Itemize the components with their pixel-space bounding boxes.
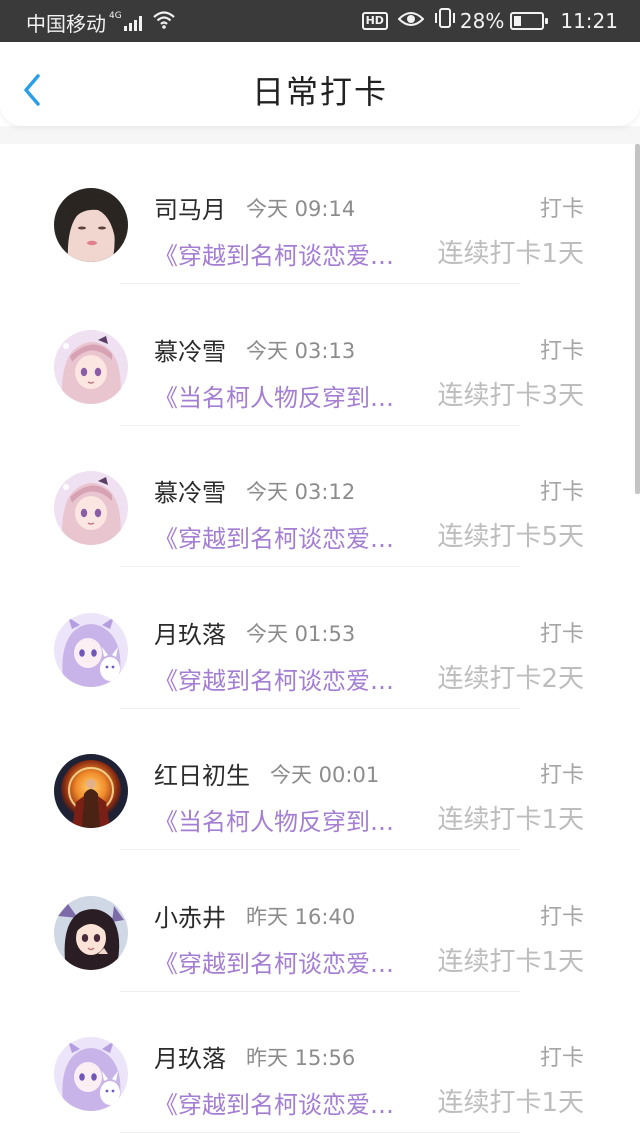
checkin-label[interactable]: 打卡 bbox=[540, 333, 584, 365]
checkin-time: 昨天 15:56 bbox=[246, 1046, 356, 1070]
streak-count: 连续打卡1天 bbox=[437, 805, 584, 835]
row-divider bbox=[120, 566, 520, 567]
row-divider bbox=[120, 424, 520, 426]
checkin-row[interactable]: 月玖落 昨天 15:56 打卡《穿越到名柯谈恋爱… 连续打卡1天 bbox=[0, 993, 640, 1134]
avatar[interactable] bbox=[54, 754, 128, 828]
status-right: HD 28% 11:21 bbox=[361, 8, 618, 33]
checkin-time: 今天 01:53 bbox=[246, 621, 356, 646]
avatar[interactable] bbox=[54, 329, 128, 404]
checkin-label[interactable]: 打卡 bbox=[540, 474, 584, 506]
avatar[interactable] bbox=[54, 612, 128, 687]
checkin-row[interactable]: 红日初生 今天 00:01 打卡《当名柯人物反穿到… 连续打卡1天 bbox=[0, 710, 640, 851]
network-type: 4G bbox=[109, 10, 122, 21]
checkin-list[interactable]: 司马月 今天 09:14 打卡 《穿越到名柯谈恋爱… 连续打卡1天 慕冷雪 今天 03:13… bbox=[0, 144, 640, 1138]
carrier-name: 中国移动 bbox=[26, 12, 106, 36]
user-name[interactable]: 月玖落 bbox=[154, 615, 226, 650]
checkin-time: 今天 09:14 bbox=[246, 197, 356, 221]
checkin-row[interactable]: 司马月 今天 09:14 打卡《穿越到名柯谈恋爱… 连续打卡1天 bbox=[0, 144, 640, 285]
user-name[interactable]: 月玖落 bbox=[154, 1039, 226, 1074]
row-divider bbox=[120, 849, 520, 850]
page-title: 日常打卡 bbox=[251, 73, 388, 111]
streak-count: 连续打卡3天 bbox=[437, 380, 584, 411]
scrollbar[interactable] bbox=[635, 144, 640, 494]
checkin-time: 昨天 16:40 bbox=[246, 904, 356, 929]
row-divider bbox=[120, 283, 520, 284]
checkin-row[interactable]: 月玖落 今天 01:53 打卡《穿越到名柯谈恋爱… 连续打卡2天 bbox=[0, 569, 640, 710]
battery-percent: 28% bbox=[459, 8, 505, 33]
user-name[interactable]: 慕冷雪 bbox=[154, 332, 226, 367]
wifi-icon bbox=[152, 10, 176, 35]
row-divider bbox=[120, 1132, 520, 1133]
signal-icon bbox=[123, 15, 144, 31]
book-title-link[interactable]: 《当名柯人物反穿到… bbox=[154, 378, 416, 413]
streak-count: 连续打卡1天 bbox=[437, 239, 584, 269]
checkin-row[interactable]: 小赤井 昨天 16:40 打卡《穿越到名柯谈恋爱… 连续打卡1天 bbox=[0, 852, 640, 993]
avatar[interactable] bbox=[54, 1037, 128, 1111]
book-title-link[interactable]: 《穿越到名柯谈恋爱… bbox=[154, 1085, 416, 1120]
checkin-label[interactable]: 打卡 bbox=[540, 191, 584, 223]
user-name[interactable]: 红日初生 bbox=[154, 756, 250, 791]
header-bar: 日常打卡 bbox=[0, 42, 640, 126]
user-name[interactable]: 司马月 bbox=[154, 190, 226, 225]
row-divider bbox=[120, 707, 520, 709]
avatar[interactable] bbox=[54, 471, 128, 545]
row-divider bbox=[120, 990, 520, 992]
vibrate-icon bbox=[434, 8, 456, 33]
avatar[interactable] bbox=[54, 188, 128, 262]
streak-count: 连续打卡5天 bbox=[437, 522, 584, 552]
user-name[interactable]: 小赤井 bbox=[154, 898, 226, 933]
streak-count: 连续打卡1天 bbox=[437, 946, 584, 977]
checkin-label[interactable]: 打卡 bbox=[540, 616, 584, 648]
checkin-label[interactable]: 打卡 bbox=[540, 1040, 584, 1072]
status-left: 中国移动 4G bbox=[26, 8, 176, 37]
battery-icon bbox=[510, 11, 549, 30]
book-title-link[interactable]: 《穿越到名柯谈恋爱… bbox=[154, 944, 416, 979]
checkin-row[interactable]: 慕冷雪 今天 03:12 打卡《穿越到名柯谈恋爱… 连续打卡5天 bbox=[0, 427, 640, 568]
book-title-link[interactable]: 《当名柯人物反穿到… bbox=[154, 802, 416, 837]
checkin-time: 今天 00:01 bbox=[270, 763, 380, 787]
checkin-time: 今天 03:13 bbox=[246, 338, 356, 363]
status-bar: 中国移动 4G HD 28% 11:21 bbox=[0, 0, 640, 42]
checkin-row[interactable]: 慕冷雪 今天 03:13 打卡《当名柯人物反穿到… 连续打卡3天 bbox=[0, 286, 640, 427]
book-title-link[interactable]: 《穿越到名柯谈恋爱… bbox=[154, 661, 416, 696]
checkin-label[interactable]: 打卡 bbox=[540, 757, 584, 789]
streak-count: 连续打卡2天 bbox=[437, 663, 584, 694]
book-title-link[interactable]: 《穿越到名柯谈恋爱… bbox=[154, 236, 416, 271]
battery-fill bbox=[514, 15, 522, 26]
status-time: 11:21 bbox=[560, 8, 618, 33]
user-name[interactable]: 慕冷雪 bbox=[154, 473, 226, 508]
checkin-label[interactable]: 打卡 bbox=[540, 899, 584, 931]
book-title-link[interactable]: 《穿越到名柯谈恋爱… bbox=[154, 519, 416, 554]
eye-icon bbox=[397, 9, 425, 33]
streak-count: 连续打卡1天 bbox=[437, 1088, 584, 1118]
hd-icon: HD bbox=[361, 11, 388, 30]
checkin-time: 今天 03:12 bbox=[246, 480, 356, 504]
avatar[interactable] bbox=[54, 895, 128, 970]
